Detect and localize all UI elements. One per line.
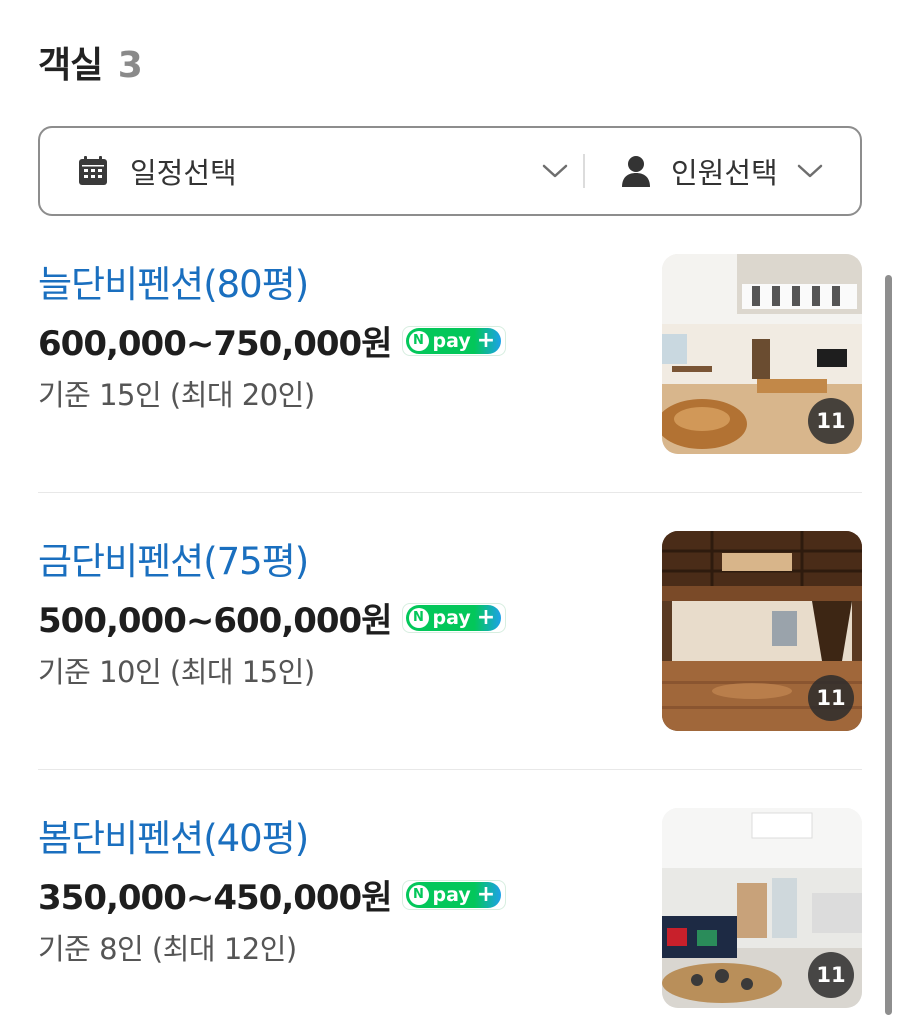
date-select-label: 일정선택 xyxy=(130,156,237,190)
room-photo[interactable]: 11 xyxy=(662,808,862,1008)
npay-label: pay xyxy=(432,883,471,906)
room-item[interactable]: 봄단비펜션(40평) 350,000~450,000원 N pay + 기준 8… xyxy=(38,808,862,1009)
naver-n-icon: N xyxy=(408,330,429,351)
room-capacity: 기준 10인 (최대 15인) xyxy=(38,655,315,689)
plus-icon: + xyxy=(476,327,496,353)
room-price-row: 500,000~600,000원 N pay + xyxy=(38,593,507,642)
room-count: 3 xyxy=(117,45,143,86)
room-name[interactable]: 금단비펜션(75평) xyxy=(38,531,309,585)
photo-count-badge: 11 xyxy=(808,398,854,444)
guest-select[interactable]: 인원선택 xyxy=(585,128,860,214)
room-name[interactable]: 봄단비펜션(40평) xyxy=(38,808,309,862)
plus-icon: + xyxy=(476,604,496,630)
npay-badge: N pay + xyxy=(401,879,507,910)
npay-pill: N pay + xyxy=(405,604,502,631)
room-capacity: 기준 8인 (최대 12인) xyxy=(38,932,297,966)
room-name[interactable]: 늘단비펜션(80평) xyxy=(38,254,309,308)
guest-select-label: 인원선택 xyxy=(671,156,778,190)
npay-label: pay xyxy=(432,329,471,352)
plus-icon: + xyxy=(476,881,496,907)
room-price: 500,000~600,000원 xyxy=(38,601,392,641)
room-photo[interactable]: 11 xyxy=(662,531,862,731)
npay-pill: N pay + xyxy=(405,881,502,908)
filter-bar: 일정선택 인원선택 xyxy=(38,126,862,216)
room-divider xyxy=(38,492,862,493)
date-select[interactable]: 일정선택 xyxy=(40,128,583,214)
npay-label: pay xyxy=(432,606,471,629)
room-capacity: 기준 15인 (최대 20인) xyxy=(38,378,315,412)
person-icon xyxy=(621,155,651,187)
room-photo[interactable]: 11 xyxy=(662,254,862,454)
naver-n-icon: N xyxy=(408,884,429,905)
room-item[interactable]: 금단비펜션(75평) 500,000~600,000원 N pay + 기준 1… xyxy=(38,531,862,732)
room-price-row: 350,000~450,000원 N pay + xyxy=(38,870,507,919)
room-list-page: 객실 3 일정선택 인원선택 늘단비펜션(80평) 600,000~750,00… xyxy=(0,0,900,1015)
scrollbar[interactable] xyxy=(885,275,892,1015)
chevron-down-icon xyxy=(796,162,824,180)
room-item[interactable]: 늘단비펜션(80평) 600,000~750,000원 N pay + 기준 1… xyxy=(38,254,862,455)
room-price: 600,000~750,000원 xyxy=(38,324,392,364)
npay-badge: N pay + xyxy=(401,325,507,356)
section-title: 객실 3 xyxy=(38,36,143,88)
section-title-text: 객실 xyxy=(38,45,103,86)
room-price: 350,000~450,000원 xyxy=(38,878,392,918)
npay-badge: N pay + xyxy=(401,602,507,633)
room-divider xyxy=(38,769,862,770)
npay-pill: N pay + xyxy=(405,327,502,354)
chevron-down-icon xyxy=(541,162,569,180)
calendar-icon xyxy=(78,156,108,186)
photo-count-badge: 11 xyxy=(808,952,854,998)
room-price-row: 600,000~750,000원 N pay + xyxy=(38,316,507,365)
photo-count-badge: 11 xyxy=(808,675,854,721)
naver-n-icon: N xyxy=(408,607,429,628)
